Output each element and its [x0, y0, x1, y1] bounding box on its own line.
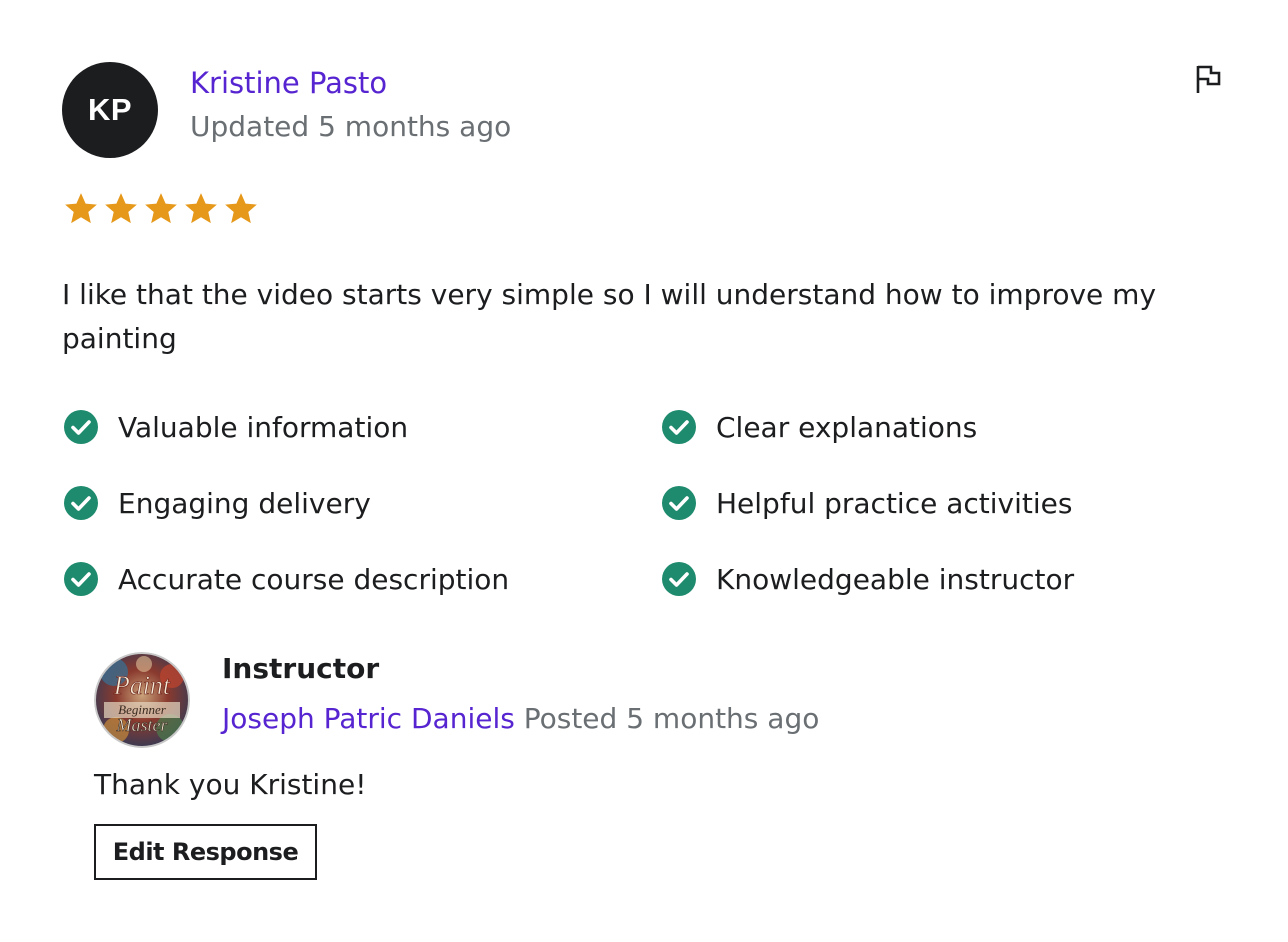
- feature-item: Engaging delivery: [62, 485, 660, 521]
- response-role: Instructor: [222, 652, 380, 685]
- instructor-avatar: Paint Beginner Master: [94, 652, 190, 748]
- instructor-name[interactable]: Joseph Patric Daniels: [222, 702, 515, 735]
- check-circle-icon: [64, 562, 98, 596]
- feature-label: Engaging delivery: [118, 486, 371, 520]
- feature-label: Helpful practice activities: [716, 486, 1073, 520]
- star-icon: [225, 193, 257, 224]
- check-circle-icon: [662, 562, 696, 596]
- star-rating: [62, 190, 260, 228]
- reviewer-avatar: KP: [62, 62, 158, 158]
- reviewer-name[interactable]: Kristine Pasto: [190, 66, 387, 100]
- check-circle-icon: [662, 410, 696, 444]
- check-circle-icon: [64, 410, 98, 444]
- avatar-initials: KP: [87, 92, 133, 127]
- feature-label: Clear explanations: [716, 410, 978, 444]
- feature-label: Knowledgeable instructor: [716, 562, 1075, 596]
- logo-line-3: Master: [116, 715, 169, 735]
- review-text: I like that the video starts very simple…: [62, 278, 1157, 355]
- feature-item: Knowledgeable instructor: [660, 561, 1242, 597]
- edit-response-button[interactable]: Edit Response: [94, 824, 317, 880]
- feature-item: Valuable information: [62, 409, 660, 445]
- review-card: KP Kristine Pasto Updated 5 months ago I…: [0, 0, 1288, 942]
- logo-line-1: Paint: [113, 671, 171, 700]
- feature-label: Valuable information: [118, 410, 409, 444]
- flag-icon[interactable]: [1190, 60, 1228, 98]
- feature-item: Helpful practice activities: [660, 485, 1242, 521]
- review-date: Updated 5 months ago: [190, 110, 512, 143]
- check-circle-icon: [662, 486, 696, 520]
- response-text: Thank you Kristine!: [94, 768, 367, 801]
- paint-beginner-master-logo: Paint Beginner Master: [94, 652, 190, 748]
- response-meta: Joseph Patric Daniels Posted 5 months ag…: [222, 702, 819, 735]
- feature-item: Clear explanations: [660, 409, 1242, 445]
- feature-item: Accurate course description: [62, 561, 660, 597]
- response-date: Posted 5 months ago: [523, 702, 820, 735]
- star-icon: [185, 193, 217, 224]
- star-icon: [105, 193, 137, 224]
- star-icon: [65, 193, 97, 224]
- star-icon: [145, 193, 177, 224]
- feature-label: Accurate course description: [118, 562, 510, 596]
- review-features: Valuable information Clear explanations …: [62, 409, 1242, 597]
- check-circle-icon: [64, 486, 98, 520]
